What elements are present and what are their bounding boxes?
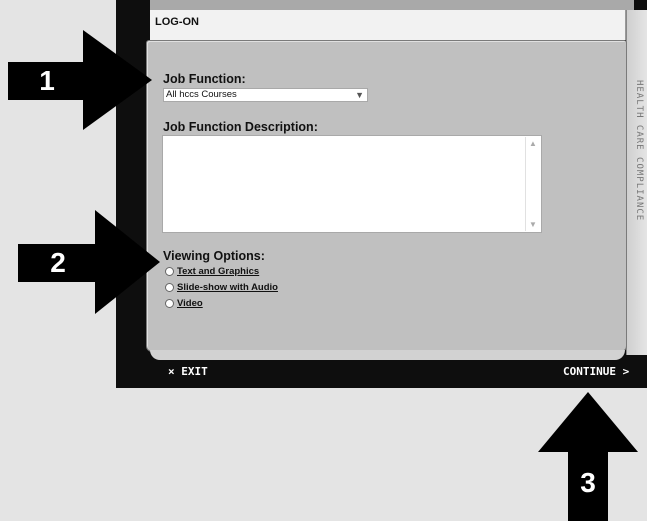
callout-3: 3 xyxy=(568,460,608,506)
callout-1-number: 1 xyxy=(39,65,55,96)
callout-arrow-2-head xyxy=(95,210,160,314)
callout-3-number: 3 xyxy=(580,467,596,498)
callout-arrow-3-head xyxy=(538,392,638,452)
callout-1: 1 xyxy=(8,62,86,100)
callout-2-number: 2 xyxy=(50,247,66,278)
callout-2: 2 xyxy=(18,244,98,282)
callout-arrow-1-head xyxy=(83,30,152,130)
